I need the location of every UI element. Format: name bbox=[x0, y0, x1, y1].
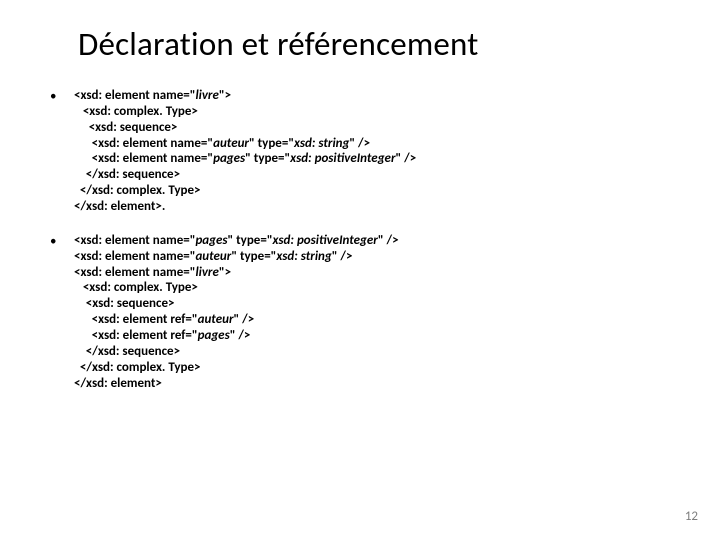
code-italic-segment: livre bbox=[195, 265, 218, 280]
code-italic-segment: pages bbox=[195, 233, 227, 248]
code-segment: <xsd: element ref=" bbox=[74, 328, 198, 343]
code-segment: " /> bbox=[349, 136, 370, 151]
code-segment: " type=" bbox=[245, 151, 290, 166]
bullet-marker-icon: • bbox=[50, 88, 74, 215]
code-segment: <xsd: sequence> bbox=[74, 296, 174, 311]
code-segment: <xsd: complex. Type> bbox=[74, 104, 198, 119]
code-italic-segment: auteur bbox=[213, 136, 249, 151]
code-segment: " /> bbox=[378, 233, 399, 248]
code-segment: <xsd: complex. Type> bbox=[74, 280, 198, 295]
code-segment: <xsd: element name=" bbox=[74, 151, 213, 166]
code-segment: " /> bbox=[396, 151, 417, 166]
code-italic-segment: xsd: string bbox=[276, 249, 331, 264]
code-italic-segment: xsd: positiveInteger bbox=[273, 233, 378, 248]
code-segment: </xsd: element> bbox=[74, 376, 162, 391]
code-segment: " /> bbox=[332, 249, 353, 264]
code-italic-segment: xsd: positiveInteger bbox=[290, 151, 395, 166]
code-segment: " /> bbox=[230, 328, 251, 343]
slide: Déclaration et référencement •<xsd: elem… bbox=[0, 0, 720, 540]
page-number: 12 bbox=[685, 509, 698, 524]
code-segment: </xsd: sequence> bbox=[74, 344, 180, 359]
code-segment: <xsd: element name=" bbox=[74, 265, 195, 280]
code-segment: " type=" bbox=[249, 136, 294, 151]
code-segment: </xsd: sequence> bbox=[74, 167, 180, 182]
code-block: <xsd: element name="livre"> <xsd: comple… bbox=[74, 88, 416, 215]
code-segment: " /> bbox=[234, 312, 255, 327]
code-segment: <xsd: element ref=" bbox=[74, 312, 198, 327]
code-italic-segment: auteur bbox=[198, 312, 234, 327]
code-segment: <xsd: element name=" bbox=[74, 136, 213, 151]
code-italic-segment: pages bbox=[198, 328, 230, 343]
bullet-item: •<xsd: element name="livre"> <xsd: compl… bbox=[50, 88, 670, 215]
code-segment: </xsd: complex. Type> bbox=[74, 360, 201, 375]
code-segment: <xsd: element name=" bbox=[74, 88, 195, 103]
code-block: <xsd: element name="pages" type="xsd: po… bbox=[74, 233, 399, 392]
code-segment: <xsd: sequence> bbox=[74, 120, 177, 135]
code-italic-segment: pages bbox=[213, 151, 245, 166]
code-segment: <xsd: element name=" bbox=[74, 233, 195, 248]
code-segment: " type=" bbox=[228, 233, 273, 248]
slide-title: Déclaration et référencement bbox=[78, 24, 670, 64]
code-italic-segment: xsd: string bbox=[294, 136, 349, 151]
code-segment: " type=" bbox=[231, 249, 276, 264]
code-segment: <xsd: element name=" bbox=[74, 249, 195, 264]
bullet-item: •<xsd: element name="pages" type="xsd: p… bbox=[50, 233, 670, 392]
bullet-marker-icon: • bbox=[50, 233, 74, 392]
code-segment: </xsd: element>. bbox=[74, 199, 165, 214]
content-body: •<xsd: element name="livre"> <xsd: compl… bbox=[50, 88, 670, 391]
code-italic-segment: auteur bbox=[195, 249, 231, 264]
code-segment: "> bbox=[219, 88, 231, 103]
code-segment: </xsd: complex. Type> bbox=[74, 183, 201, 198]
code-segment: "> bbox=[219, 265, 231, 280]
code-italic-segment: livre bbox=[195, 88, 218, 103]
